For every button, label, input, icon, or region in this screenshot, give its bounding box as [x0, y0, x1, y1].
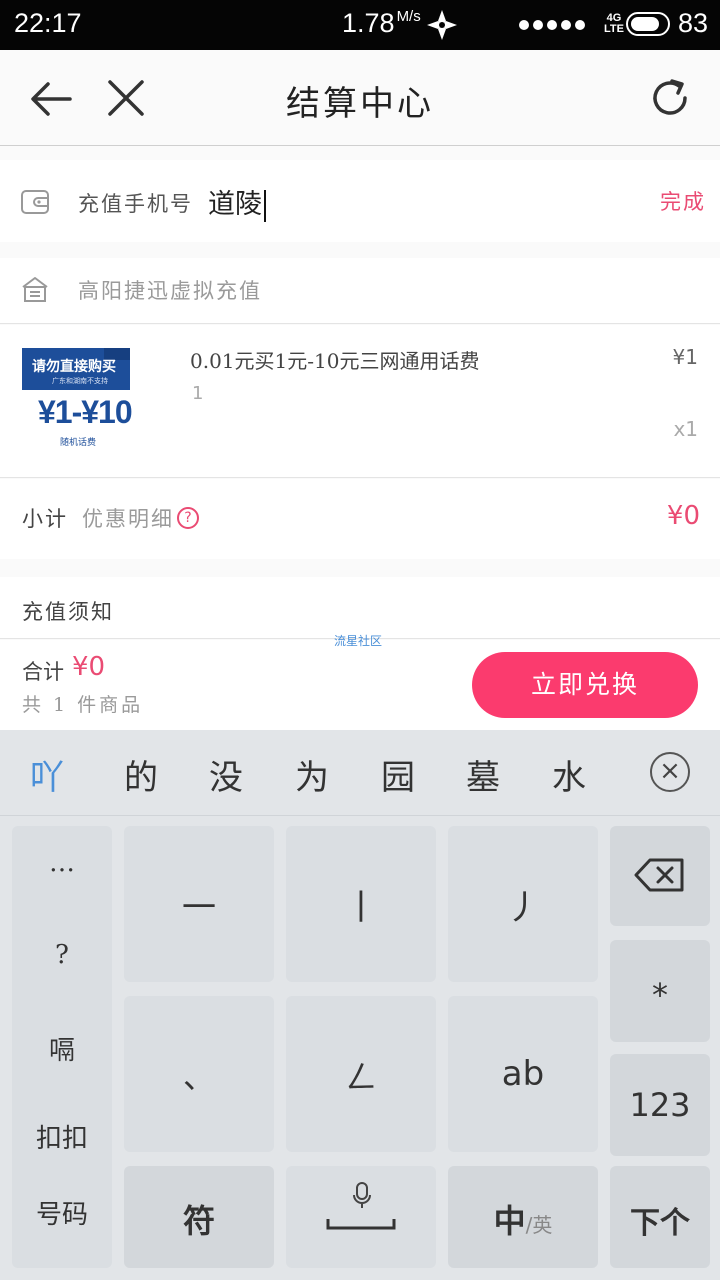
phone-input[interactable]: 道陵 — [208, 182, 266, 222]
product-image-text-sub: 广东和湖南不支持 — [52, 377, 108, 385]
ime-keyboard: 吖 的 没 为 园 墓 水 × … ? 嗝 扣扣 号码 一 丨 丿 、 ㄥ ab… — [0, 730, 720, 1280]
network-type: 4G LTE — [604, 12, 624, 35]
backspace-icon — [634, 858, 686, 896]
done-button[interactable]: 完成 — [660, 186, 706, 216]
key-suggest-3[interactable]: 号码 — [12, 1194, 112, 1231]
product-spec: 1 — [192, 383, 204, 404]
candidate-5[interactable]: 墓 — [466, 750, 500, 799]
candidate-6[interactable]: 水 — [552, 750, 586, 799]
key-star[interactable]: * — [610, 940, 710, 1042]
store-name: 高阳捷迅虚拟充值 — [78, 279, 262, 303]
symbol-key[interactable]: 符 — [124, 1166, 274, 1268]
subtotal-amount: ¥0 — [666, 501, 700, 531]
key-ab[interactable]: ab — [448, 996, 598, 1152]
product-name: 0.01元买1元-10元三网通用话费 — [190, 349, 480, 373]
product-row[interactable]: 请勿直接购买 广东和湖南不支持 ¥1-¥10 随机话费 0.01元买1元-10元… — [0, 325, 720, 478]
key-question[interactable]: ? — [12, 940, 112, 970]
key-dian[interactable]: 、 — [124, 996, 274, 1152]
redeem-now-button[interactable]: 立即兑换 — [472, 652, 698, 718]
signal-dots-icon — [518, 13, 588, 41]
watermark: 流星社区 — [334, 634, 383, 648]
backspace-key[interactable] — [610, 826, 710, 926]
battery-level: 83 — [678, 8, 709, 38]
store-row[interactable]: 高阳捷迅虚拟充值 — [0, 258, 720, 324]
product-image-text-main: 请勿直接购买 — [32, 359, 116, 375]
candidate-1[interactable]: 的 — [124, 750, 158, 799]
header-bar: 结算中心 — [0, 50, 720, 146]
candidate-3[interactable]: 为 — [295, 750, 329, 799]
key-ellipsis[interactable]: … — [12, 848, 112, 878]
space-bar-icon — [326, 1216, 396, 1235]
key-123[interactable]: 123 — [610, 1054, 710, 1156]
wallet-icon — [20, 187, 50, 221]
subtotal-row: 小计 优惠明细 ? ¥0 — [0, 479, 720, 559]
key-shu[interactable]: 丨 — [286, 826, 436, 982]
recharge-notice-label: 充值须知 — [22, 600, 114, 624]
item-count: 共 1 件商品 — [22, 694, 144, 716]
candidate-4[interactable]: 园 — [381, 750, 415, 799]
phone-number-row: 充值手机号 道陵 完成 — [0, 160, 720, 242]
page-title: 结算中心 — [286, 84, 434, 124]
product-price: ¥1 — [672, 345, 698, 369]
key-suggest-1[interactable]: 嗝 — [12, 1030, 112, 1067]
subtotal-label: 小计 — [22, 507, 68, 531]
recharge-notice-row[interactable]: 充值须知 — [0, 577, 720, 639]
phone-label: 充值手机号 — [78, 192, 193, 216]
checkout-footer: 合计 ¥0 共 1 件商品 立即兑换 — [0, 640, 720, 730]
product-quantity: x1 — [673, 417, 698, 441]
key-pie[interactable]: 丿 — [448, 826, 598, 982]
next-key[interactable]: 下个 — [610, 1166, 710, 1268]
discount-detail-link[interactable]: 优惠明细 — [82, 503, 174, 533]
text-caret — [264, 189, 266, 222]
help-icon[interactable]: ? — [177, 507, 199, 529]
total-label: 合计 — [22, 660, 64, 684]
product-image-caption: 随机话费 — [60, 438, 97, 448]
pinyin-composition[interactable]: 吖 — [30, 750, 64, 799]
total-amount: ¥0 — [72, 652, 106, 682]
language-switch-key[interactable]: 中/英 — [448, 1166, 598, 1268]
network-speed: 1.78 M/s — [342, 8, 421, 38]
flower-icon — [425, 8, 459, 46]
space-key[interactable] — [286, 1166, 436, 1268]
candidate-close-icon[interactable]: × — [650, 752, 690, 792]
key-zhe[interactable]: ㄥ — [286, 996, 436, 1152]
punctuation-column: … ? 嗝 扣扣 号码 — [12, 826, 112, 1268]
key-suggest-2[interactable]: 扣扣 — [12, 1118, 112, 1155]
refresh-icon[interactable] — [646, 74, 694, 122]
candidate-bar: 吖 的 没 为 园 墓 水 × — [0, 730, 720, 816]
candidate-2[interactable]: 没 — [209, 750, 243, 799]
status-bar: 22:17 1.78 M/s 4G LTE 83 — [0, 0, 720, 50]
status-time: 22:17 — [14, 8, 82, 38]
product-image-price: ¥1-¥10 — [38, 394, 133, 430]
store-icon — [20, 274, 50, 308]
product-image: 请勿直接购买 广东和湖南不支持 ¥1-¥10 随机话费 — [22, 348, 133, 448]
battery-icon — [626, 12, 670, 36]
key-heng[interactable]: 一 — [124, 826, 274, 982]
microphone-icon — [352, 1182, 372, 1214]
